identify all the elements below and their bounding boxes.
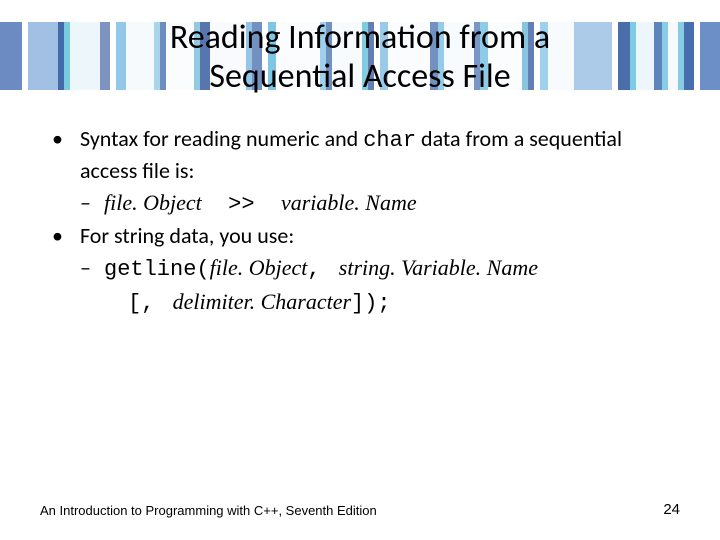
slide-number: 24 [663,501,680,518]
title-line-1: Reading Information from a [170,17,550,58]
footer-text: An Introduction to Programming with C++,… [40,503,377,518]
bullet-marker: • [52,221,80,251]
bullet-1-text: Syntax for reading numeric and char data… [80,124,668,185]
sub-bullet-1-text: file. Object >> variable. Name [104,188,417,220]
slide-title: Reading Information from a Sequential Ac… [0,0,720,96]
bullet-2: • For string data, you use: [52,221,668,251]
dash-marker: – [80,188,104,220]
bullet-2-text: For string data, you use: [80,221,294,251]
dash-marker: – [80,253,104,285]
bullet-1: • Syntax for reading numeric and char da… [52,124,668,185]
sub-bullet-2: – getline(file. Object, string. Variable… [52,253,668,285]
title-line-2: Sequential Access File [209,56,510,97]
sub-bullet-2-text: getline(file. Object, string. Variable. … [104,253,538,285]
bullet-marker: • [52,124,80,185]
slide: Reading Information from a Sequential Ac… [0,0,720,540]
sub-bullet-2-cont: [, delimiter. Character]); [52,287,668,319]
sub-bullet-1: – file. Object >> variable. Name [52,188,668,220]
slide-body: • Syntax for reading numeric and char da… [0,96,720,318]
code-char: char [363,128,416,153]
